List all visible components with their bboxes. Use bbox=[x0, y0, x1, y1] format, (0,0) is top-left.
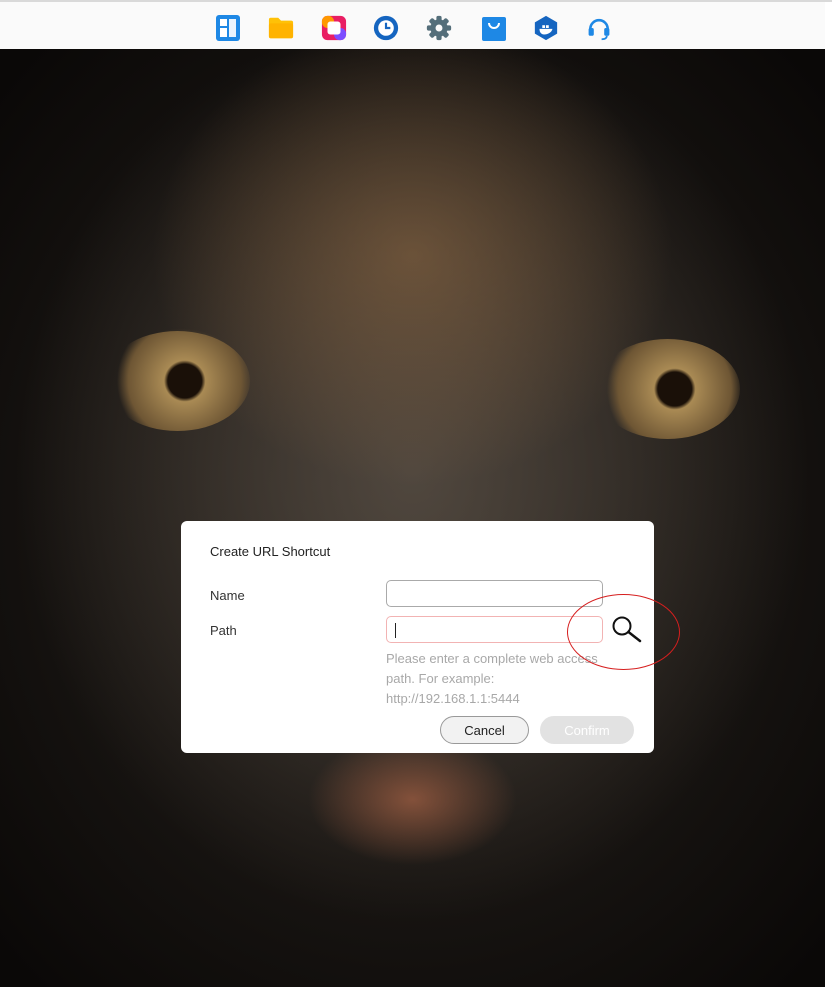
path-label: Path bbox=[210, 623, 237, 638]
desktop-wallpaper bbox=[0, 49, 825, 987]
files-icon[interactable] bbox=[268, 14, 294, 42]
support-headset-icon[interactable] bbox=[586, 14, 612, 42]
dialog-title: Create URL Shortcut bbox=[210, 544, 331, 559]
app-dock bbox=[0, 2, 825, 49]
docker-icon[interactable] bbox=[533, 14, 559, 42]
cancel-button[interactable]: Cancel bbox=[440, 716, 529, 744]
path-input[interactable] bbox=[386, 616, 603, 643]
text-caret bbox=[395, 623, 396, 638]
app-store-icon[interactable] bbox=[481, 14, 507, 42]
path-hint: Please enter a complete web access path.… bbox=[386, 651, 598, 706]
dashboard-icon[interactable] bbox=[215, 14, 241, 42]
wallpaper-right-eye bbox=[595, 339, 740, 439]
wallpaper-left-eye bbox=[105, 331, 250, 431]
name-input[interactable] bbox=[386, 580, 603, 607]
name-label: Name bbox=[210, 588, 245, 603]
search-icon[interactable] bbox=[611, 615, 643, 645]
backup-clock-icon[interactable] bbox=[373, 14, 399, 42]
photos-icon[interactable] bbox=[321, 14, 347, 42]
settings-gear-icon[interactable] bbox=[426, 14, 452, 42]
confirm-button[interactable]: Confirm bbox=[540, 716, 634, 744]
create-url-shortcut-dialog: Create URL Shortcut Name Path Please ent… bbox=[181, 521, 654, 753]
window-edge bbox=[825, 2, 832, 987]
